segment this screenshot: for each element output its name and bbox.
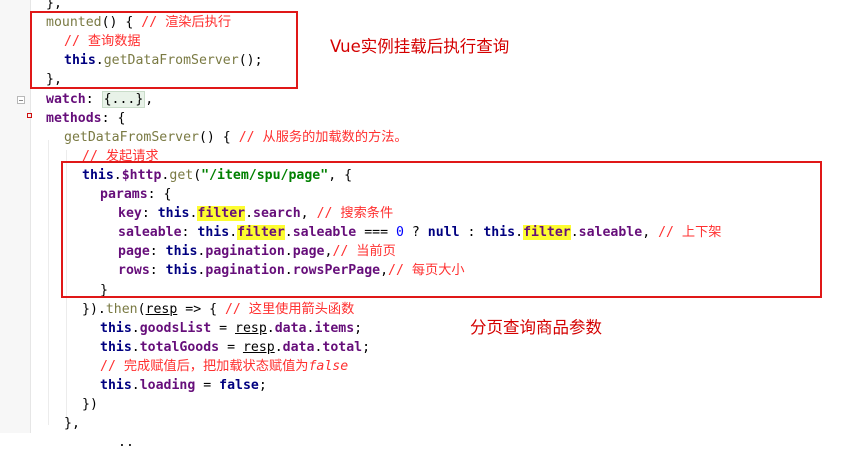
code-line[interactable]: }) xyxy=(82,395,98,414)
code-token: getDataFromServer xyxy=(64,129,199,145)
breakpoint-marker-icon[interactable] xyxy=(27,113,32,118)
code-token: // 这里使用箭头函数 xyxy=(224,301,355,317)
code-token: }). xyxy=(82,301,106,317)
code-line[interactable]: this.totalGoods = resp.data.total; xyxy=(100,338,370,357)
code-token: }) xyxy=(82,397,98,413)
highlight-box-params xyxy=(61,161,822,298)
code-token: watch xyxy=(46,91,86,107)
code-token: = xyxy=(195,378,220,393)
code-line[interactable]: getDataFromServer() { // 从服务的加载数的方法。 xyxy=(64,128,408,147)
code-token: ( xyxy=(137,301,146,317)
code-line[interactable]: .. xyxy=(118,433,134,452)
code-token: total xyxy=(322,339,363,355)
code-token: false xyxy=(219,378,259,393)
code-token: {...} xyxy=(101,90,146,108)
code-token: . xyxy=(131,320,140,336)
code-token: . xyxy=(266,320,275,336)
code-token: // 从服务的加载数的方法。 xyxy=(238,129,408,145)
code-token: // 完成赋值后，把加载状态赋值为 xyxy=(100,358,309,374)
code-token: methods xyxy=(46,110,102,126)
code-line[interactable]: // 完成赋值后，把加载状态赋值为false xyxy=(100,357,348,376)
code-token: : xyxy=(85,91,102,107)
code-token: => { xyxy=(177,301,225,317)
code-token: = xyxy=(219,339,243,355)
fold-toggle-icon[interactable] xyxy=(17,96,25,104)
annotation-params: 分页查询商品参数 xyxy=(470,318,602,337)
code-token: then xyxy=(105,301,138,317)
code-token: }, xyxy=(46,0,62,11)
code-line[interactable]: }).then(resp => { // 这里使用箭头函数 xyxy=(82,300,354,319)
code-token: , xyxy=(145,91,154,107)
code-token: resp xyxy=(242,339,275,355)
code-token: this xyxy=(100,378,132,393)
code-token: totalGoods xyxy=(139,339,220,355)
code-token: items xyxy=(314,320,355,336)
code-line[interactable]: methods: { xyxy=(46,109,125,128)
code-token: data xyxy=(274,320,307,336)
code-token: false xyxy=(308,358,349,374)
code-token: . xyxy=(274,339,283,355)
code-token: () { xyxy=(198,129,239,145)
code-token: this xyxy=(100,339,132,355)
annotation-mounted: Vue实例挂载后执行查询 xyxy=(330,37,510,56)
code-token: loading xyxy=(139,378,196,393)
code-token: ; xyxy=(354,320,363,336)
code-line[interactable]: this.loading = false; xyxy=(100,376,267,395)
code-line[interactable]: this.goodsList = resp.data.items; xyxy=(100,319,362,338)
line-gutter xyxy=(0,0,30,433)
code-token: = xyxy=(211,320,236,336)
indent-guide xyxy=(48,140,49,425)
code-token: data xyxy=(282,339,315,355)
code-token: }, xyxy=(64,416,80,432)
code-token: ; xyxy=(258,378,267,393)
code-token: .. xyxy=(118,435,134,451)
code-token: goodsList xyxy=(139,320,212,336)
code-token: . xyxy=(131,339,140,355)
code-token: : { xyxy=(101,110,126,126)
code-line[interactable]: }, xyxy=(64,414,80,433)
code-line[interactable]: watch: {...}, xyxy=(46,90,153,109)
highlight-box-mounted xyxy=(30,11,298,89)
code-token: resp xyxy=(235,320,267,336)
code-token: this xyxy=(100,320,132,336)
code-token: ; xyxy=(362,339,371,355)
code-token: resp xyxy=(145,301,178,317)
code-token: . xyxy=(131,378,140,393)
